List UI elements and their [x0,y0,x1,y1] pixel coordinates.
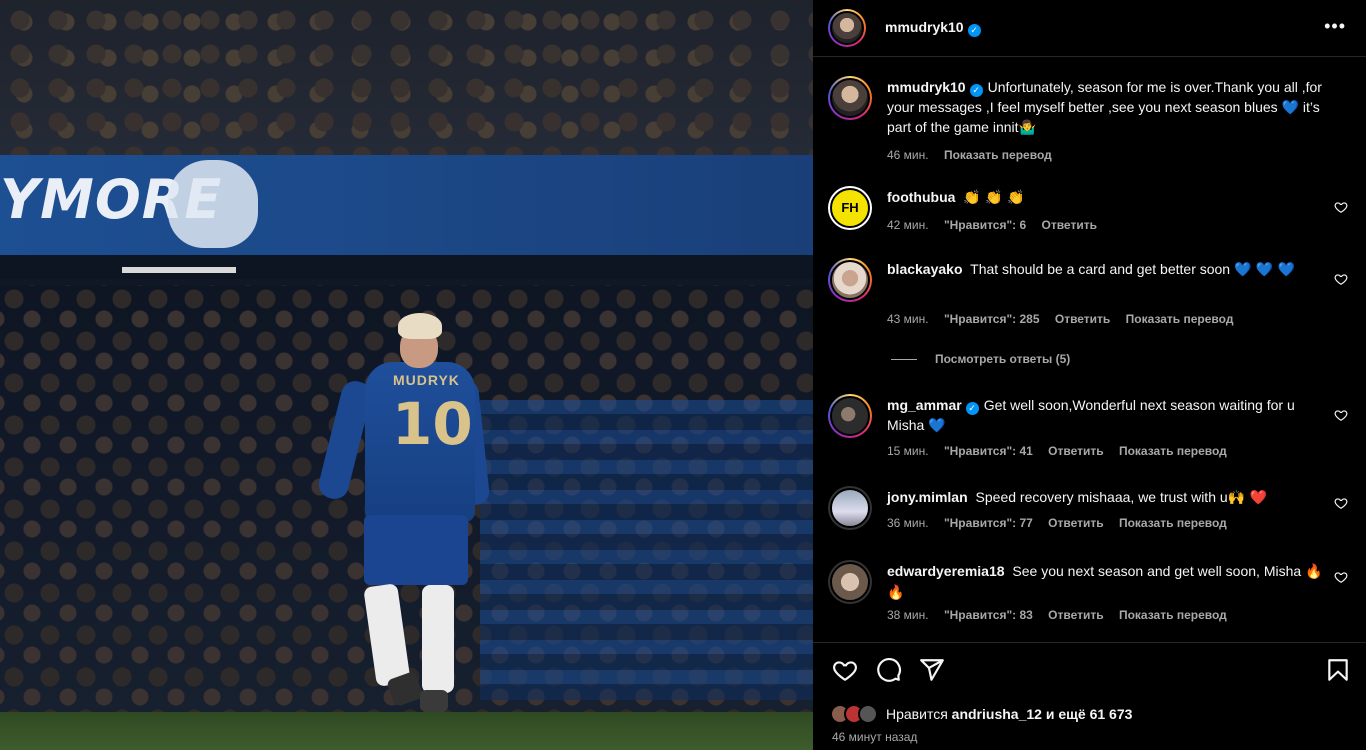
like-heart-icon[interactable] [832,657,858,683]
comment-translate-link[interactable]: Показать перевод [1119,516,1227,530]
foothubua-logo: FH [830,188,870,228]
comment-reply-button[interactable]: Ответить [1048,608,1103,622]
comment-meta: 42 мин. "Нравится": 6 Ответить [887,218,1109,232]
verified-badge-icon: ✓ [969,84,983,97]
jersey-number: 10 [392,390,473,458]
commenter-avatar[interactable] [828,560,872,604]
likes-count[interactable]: и ещё 61 673 [1046,706,1133,722]
player-shorts [364,515,468,585]
player-hair [398,313,442,339]
comment-meta: 43 мин. "Нравится": 285 Ответить Показат… [887,312,1245,326]
like-comment-heart-icon[interactable] [1334,272,1348,286]
post-photo[interactable]: YMORE MUDRYK 10 [0,0,813,750]
commenter-avatar[interactable] [828,486,872,530]
likes-prefix: Нравится [886,706,948,722]
comment-username[interactable]: blackayako [887,261,963,277]
comment-body: blackayako That should be a card and get… [887,260,1332,281]
view-replies-label[interactable]: Посмотреть ответы (5) [935,352,1070,366]
comment-likes[interactable]: "Нравится": 285 [944,312,1040,326]
player-figure: MUDRYK 10 [315,310,491,715]
post-actions: Нравится andriusha_12 и ещё 61 673 46 ми… [813,642,1366,750]
comment-time: 36 мин. [887,516,929,530]
comment-time: 15 мин. [887,444,929,458]
comment-time: 43 мин. [887,312,929,326]
commenter-avatar[interactable] [828,258,872,302]
caption-meta: 46 мин. Показать перевод [887,148,1064,162]
player-leg-left [363,583,411,687]
comment-username[interactable]: mg_ammar [887,397,962,413]
blue-heart-icon: 💙 [928,417,946,434]
comment-text: See you next season and get well soon, M… [1012,563,1302,579]
comment-body: edwardyeremia18 See you next season and … [887,562,1332,603]
comment-body: mg_ammar ✓ Get well soon,Wonderful next se… [887,396,1332,436]
comment-translate-link[interactable]: Показать перевод [1119,444,1227,458]
author-username-row[interactable]: mmudryk10 ✓ [885,19,981,37]
pitch [0,712,813,750]
caption-translate-link[interactable]: Показать перевод [944,148,1052,162]
post-side-panel: mmudryk10 ✓ ••• mmudryk10 ✓ Unfortunately, … [813,0,1366,750]
share-send-icon[interactable] [919,657,945,683]
stadium-light [122,267,236,273]
comment-username[interactable]: foothubua [887,189,955,205]
likes-user[interactable]: andriusha_12 [952,706,1042,722]
like-comment-heart-icon[interactable] [1334,570,1348,584]
stadium-seats [480,400,813,700]
like-comment-heart-icon[interactable] [1334,496,1348,510]
blue-heart-icon: 💙 💙 💙 [1234,262,1296,278]
caption-body: mmudryk10 ✓ Unfortunately, season for me i… [887,78,1332,139]
replies-divider [891,359,917,361]
comment-likes[interactable]: "Нравится": 41 [944,444,1033,458]
comment-reply-button[interactable]: Ответить [1055,312,1110,326]
view-replies-button[interactable]: Посмотреть ответы (5) [891,352,1070,366]
comments-list[interactable]: mmudryk10 ✓ Unfortunately, season for me i… [813,58,1366,642]
liker-avatar [858,704,878,724]
comment-meta: 36 мин. "Нравится": 77 Ответить Показать… [887,516,1239,530]
author-avatar[interactable] [828,9,866,47]
shrug-icon: 🤷‍♂️ [1018,120,1036,136]
clap-emoji-icon: 👏 👏 👏 [963,190,1025,206]
post-header: mmudryk10 ✓ ••• [813,0,1366,57]
comment-translate-link[interactable]: Показать перевод [1119,608,1227,622]
like-comment-heart-icon[interactable] [1334,200,1348,214]
more-options-icon[interactable]: ••• [1324,16,1346,37]
comment-time: 38 мин. [887,608,929,622]
comment-bubble-icon[interactable] [876,657,902,683]
commenter-avatar[interactable]: FH [828,186,872,230]
verified-badge-icon: ✓ [965,402,979,415]
caption-time: 46 мин. [887,148,929,162]
comment-likes[interactable]: "Нравится": 6 [944,218,1026,232]
comment-reply-button[interactable]: Ответить [1042,218,1097,232]
likes-text: Нравится andriusha_12 и ещё 61 673 [886,706,1132,722]
raised-hands-and-heart-icon: 🙌 ❤️ [1227,490,1267,506]
comment-reply-button[interactable]: Ответить [1048,444,1103,458]
comment-likes[interactable]: "Нравится": 77 [944,516,1033,530]
likes-summary[interactable]: Нравится andriusha_12 и ещё 61 673 [830,703,1132,725]
comment-body: foothubua 👏 👏 👏 [887,188,1332,209]
stadium-crowd-upper [0,0,813,165]
comment-text: Speed recovery mishaaa, we trust with u [975,489,1228,505]
caption-author-avatar[interactable] [828,76,872,120]
author-username[interactable]: mmudryk10 [885,19,964,35]
commenter-avatar[interactable] [828,394,872,438]
post-time: 46 минут назад [832,730,918,744]
player-leg-right [422,585,454,693]
comment-username[interactable]: edwardyeremia18 [887,563,1005,579]
comment-meta: 15 мин. "Нравится": 41 Ответить Показать… [887,444,1239,458]
comment-reply-button[interactable]: Ответить [1048,516,1103,530]
blue-heart-icon: 💙 [1281,99,1299,116]
comment-likes[interactable]: "Нравится": 83 [944,608,1033,622]
comment-username[interactable]: jony.mimlan [887,489,968,505]
like-comment-heart-icon[interactable] [1334,408,1348,422]
verified-badge-icon: ✓ [967,24,981,37]
comment-body: jony.mimlan Speed recovery mishaaa, we t… [887,488,1332,509]
comment-meta: 38 мин. "Нравится": 83 Ответить Показать… [887,608,1239,622]
player-boot-right [420,690,448,712]
save-bookmark-icon[interactable] [1325,657,1351,683]
banner-portrait [168,160,258,248]
comment-text: That should be a card and get better soo… [970,261,1231,277]
comment-translate-link[interactable]: Показать перевод [1126,312,1234,326]
comment-time: 42 мин. [887,218,929,232]
jersey-name: MUDRYK [393,372,460,388]
caption-username[interactable]: mmudryk10 [887,79,966,95]
